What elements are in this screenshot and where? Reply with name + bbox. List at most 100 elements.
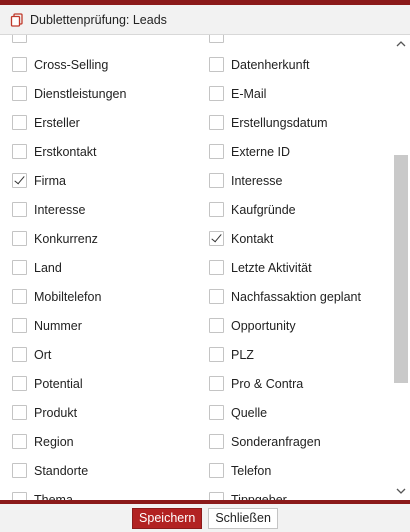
field-option[interactable]: Potential [12,369,83,398]
field-option-label: E-Mail [231,86,267,101]
checkbox-row: Mobiltelefon Nachfassaktion geplant [0,282,392,311]
checkbox-row [0,35,392,50]
field-option[interactable]: Standorte [12,456,88,485]
field-option[interactable]: Telefon [209,456,271,485]
field-option-label: Interesse [231,173,283,188]
checkbox[interactable] [209,463,224,478]
field-option[interactable]: Interesse [209,166,282,195]
field-option[interactable]: Land [12,253,62,282]
field-option-label: Opportunity [231,318,296,333]
field-option[interactable]: Datenherkunft [209,50,310,79]
checkbox[interactable] [209,86,224,101]
field-option[interactable]: Nummer [12,311,82,340]
checkbox[interactable] [209,405,224,420]
field-option[interactable]: Firma [12,166,66,195]
checkbox[interactable] [12,202,27,217]
field-option[interactable]: Pro & Contra [209,369,303,398]
checkbox[interactable] [209,347,224,362]
field-option[interactable]: Letzte Aktivität [209,253,312,282]
checkbox[interactable] [209,434,224,449]
scroll-up-icon[interactable] [392,35,410,53]
field-option-label: Produkt [34,405,78,420]
checkbox[interactable] [12,463,27,478]
field-option-label: Datenherkunft [231,57,310,72]
checkbox[interactable] [209,492,224,500]
checkbox-row: Ersteller Erstellungsdatum [0,108,392,137]
checkbox[interactable] [12,347,27,362]
checkbox-checked[interactable] [12,173,27,188]
checkbox[interactable] [209,260,224,275]
field-option-label: Thema [34,492,73,501]
field-option[interactable]: Ersteller [12,108,80,137]
checkbox[interactable] [12,115,27,130]
field-option[interactable] [12,35,34,50]
checkbox-row: Standorte Telefon [0,456,392,485]
field-option[interactable]: Thema [12,485,73,500]
field-option-label: Firma [34,173,66,188]
field-option[interactable]: Cross-Selling [12,50,108,79]
field-option[interactable]: Sonderanfragen [209,427,321,456]
field-option[interactable]: Ort [12,340,51,369]
field-option[interactable]: Mobiltelefon [12,282,101,311]
field-option-label: Kontakt [231,231,274,246]
field-option[interactable]: Externe ID [209,137,290,166]
field-option-label: Kaufgründe [231,202,296,217]
field-option[interactable]: Kontakt [209,224,273,253]
checkbox[interactable] [209,57,224,72]
checkbox[interactable] [12,260,27,275]
field-option[interactable]: PLZ [209,340,254,369]
field-option[interactable]: Opportunity [209,311,296,340]
field-option[interactable]: Interesse [12,195,85,224]
checkbox[interactable] [209,144,224,159]
field-option[interactable]: Kaufgründe [209,195,296,224]
checkbox[interactable] [12,35,27,43]
scroll-down-icon[interactable] [392,482,410,500]
checkbox[interactable] [12,289,27,304]
field-option-label: Potential [34,376,83,391]
field-option[interactable]: Produkt [12,398,77,427]
field-option[interactable]: Region [12,427,74,456]
checkbox[interactable] [209,115,224,130]
checkbox-row: Erstkontakt Externe ID [0,137,392,166]
checkbox[interactable] [12,86,27,101]
checkbox[interactable] [12,434,27,449]
checkbox[interactable] [209,35,224,43]
close-button[interactable]: Schließen [208,507,278,529]
vertical-scrollbar[interactable] [392,35,410,500]
checkbox[interactable] [12,318,27,333]
checkbox[interactable] [12,144,27,159]
field-option-label: Tippgeber [231,492,287,501]
checkbox[interactable] [209,202,224,217]
field-option-label: Sonderanfragen [231,434,321,449]
scrollbar-thumb[interactable] [394,155,408,383]
field-option[interactable]: E-Mail [209,79,266,108]
field-option[interactable]: Dienstleistungen [12,79,126,108]
checkbox[interactable] [12,231,27,246]
checkbox-row: Nummer Opportunity [0,311,392,340]
copy-document-icon [10,12,24,27]
checkbox[interactable] [209,289,224,304]
save-button[interactable]: Speichern [132,507,203,529]
field-option-label: Land [34,260,62,275]
field-option[interactable]: Quelle [209,398,267,427]
checkbox-checked[interactable] [209,231,224,246]
field-option[interactable]: Nachfassaktion geplant [209,282,361,311]
checkbox[interactable] [209,173,224,188]
field-option-label: Telefon [231,463,272,478]
checkbox[interactable] [12,376,27,391]
field-option-label: Letzte Aktivität [231,260,312,275]
checkbox-row: Ort PLZ [0,340,392,369]
field-option[interactable]: Tippgeber [209,485,287,500]
checkbox[interactable] [209,376,224,391]
field-option-label: Region [34,434,74,449]
checkbox[interactable] [209,318,224,333]
field-option[interactable]: Erstkontakt [12,137,97,166]
checkbox[interactable] [12,57,27,72]
field-option-label: Mobiltelefon [34,289,102,304]
field-option[interactable]: Konkurrenz [12,224,98,253]
checkbox[interactable] [12,405,27,420]
field-option[interactable]: Erstellungsdatum [209,108,328,137]
field-option[interactable] [209,35,231,50]
checkbox-row: Region Sonderanfragen [0,427,392,456]
checkbox[interactable] [12,492,27,500]
